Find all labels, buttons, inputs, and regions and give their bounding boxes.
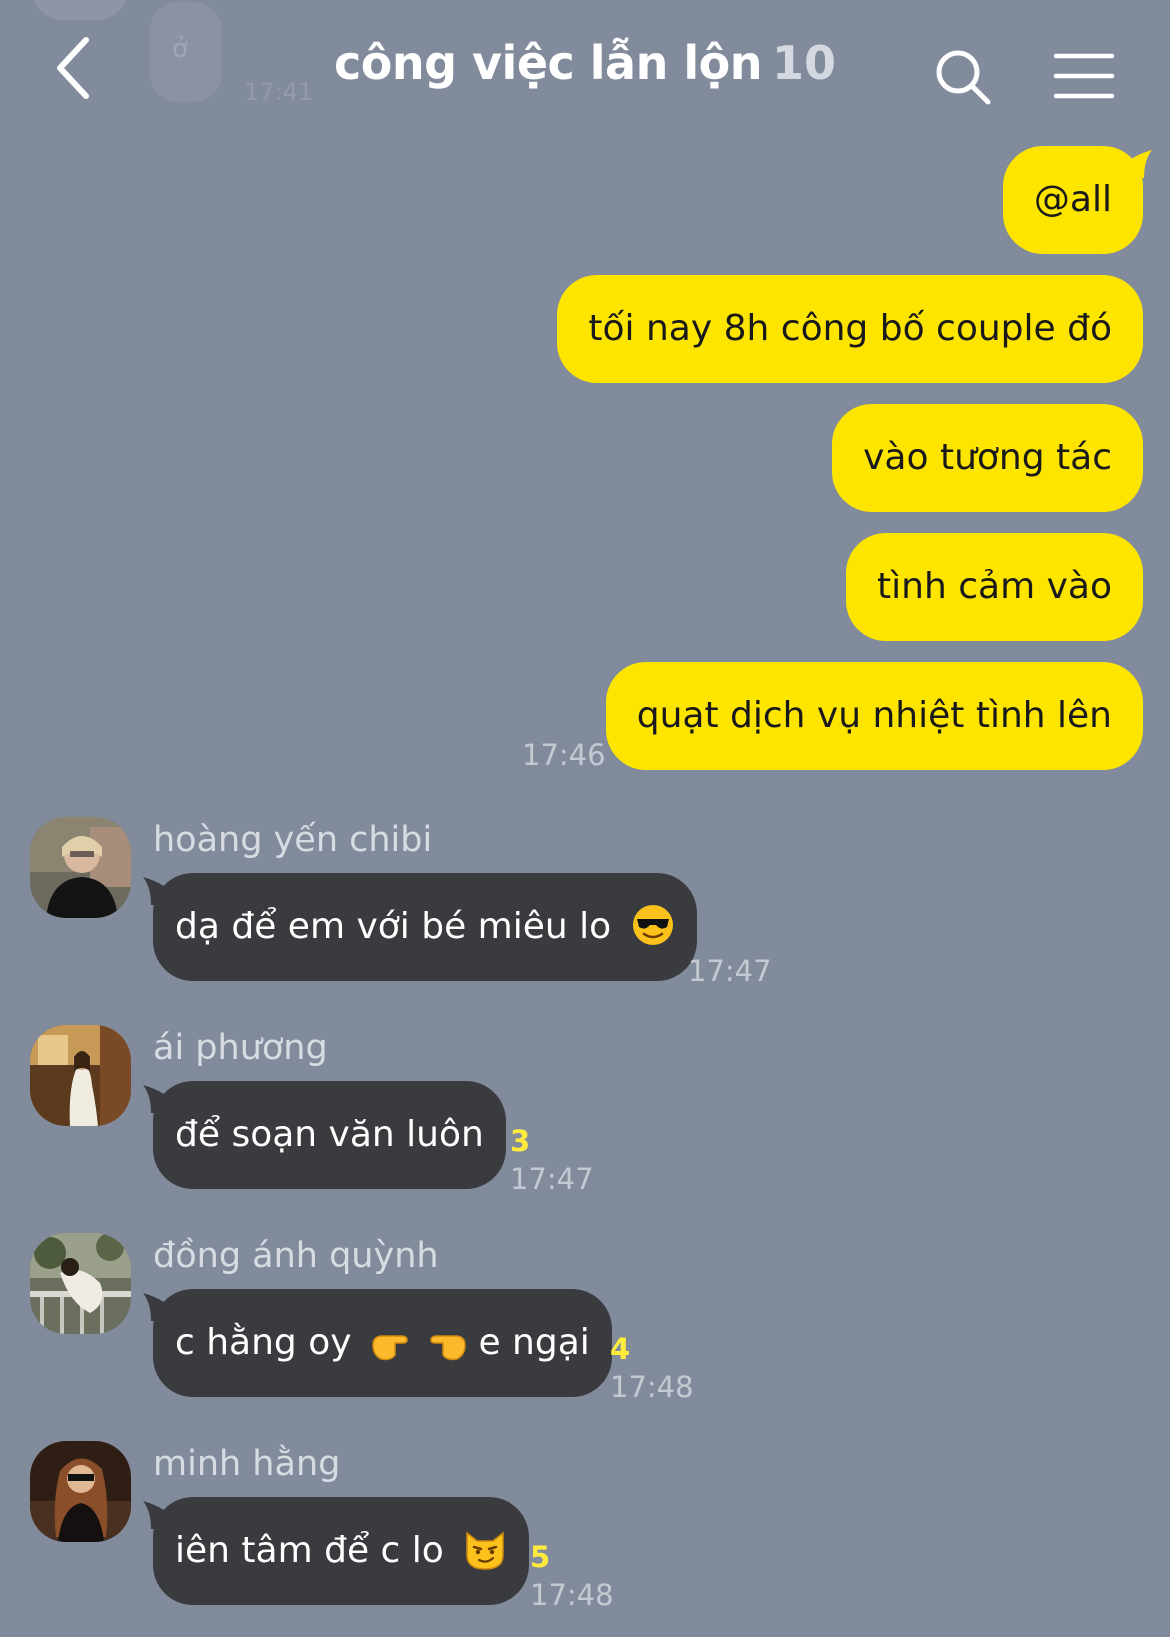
chat-header: ở 17:41 công việc lẫn lộn 10 <box>0 0 1170 140</box>
received-message-bubble[interactable]: iên tâm để c lo <box>143 1497 530 1605</box>
chevron-left-icon <box>57 37 89 99</box>
search-icon <box>936 50 991 105</box>
bubble-tail-icon <box>1130 150 1152 178</box>
sent-message-text: tình cảm vào <box>877 566 1112 607</box>
bubble-tail-icon <box>143 1501 165 1529</box>
bubble-tail-icon <box>143 1085 165 1113</box>
search-button[interactable] <box>932 46 996 110</box>
member-count: 10 <box>771 36 836 90</box>
menu-button[interactable] <box>1052 50 1116 102</box>
bubble-tail-icon <box>143 1293 165 1321</box>
smirking-cat-emoji-icon <box>466 1531 505 1570</box>
sender-name: minh hằng <box>153 1444 341 1484</box>
avatar[interactable] <box>30 1441 131 1542</box>
profile-photo <box>30 1233 131 1334</box>
sent-message-bubble[interactable]: vào tương tác <box>832 404 1143 512</box>
sent-message-text: quạt dịch vụ nhiệt tình lên <box>636 695 1112 736</box>
sent-message-bubble[interactable]: quạt dịch vụ nhiệt tình lên <box>605 662 1143 770</box>
profile-photo <box>30 1441 131 1542</box>
sent-message-bubble[interactable]: tối nay 8h công bố couple đó <box>557 275 1143 383</box>
received-message-time: 17:47 <box>510 1162 594 1196</box>
sender-name: hoàng yến chibi <box>153 820 433 860</box>
pointing-hands-emoji-icon <box>372 1335 466 1361</box>
avatar[interactable] <box>30 1025 131 1126</box>
scrolled-avatar <box>30 0 130 20</box>
back-button[interactable] <box>50 34 110 104</box>
profile-photo <box>30 817 131 918</box>
received-message-bubble[interactable]: dạ để em với bé miêu lo <box>143 873 697 981</box>
received-message-bubble[interactable]: c hằng oy e ngại <box>143 1289 612 1397</box>
chat-room-name: công việc lẫn lộn <box>334 36 762 90</box>
unread-count-badge: 5 <box>530 1540 551 1574</box>
received-message-time: 17:48 <box>610 1370 694 1404</box>
sent-message-time: 17:46 <box>522 738 606 772</box>
received-message-text: để soạn văn luôn <box>175 1114 484 1155</box>
bubble-tail-icon <box>143 877 165 905</box>
hamburger-menu-icon <box>1053 53 1115 99</box>
sent-message-text: @all <box>1033 179 1112 220</box>
sender-name: ái phương <box>153 1028 328 1068</box>
avatar[interactable] <box>30 817 131 918</box>
chat-title: công việc lẫn lộn 10 <box>220 36 950 90</box>
received-message-time: 17:47 <box>688 954 772 988</box>
sunglasses-emoji-icon <box>632 905 673 945</box>
avatar[interactable] <box>30 1233 131 1334</box>
unread-count-badge: 3 <box>510 1124 531 1158</box>
received-message-time: 17:48 <box>530 1578 614 1612</box>
unread-count-badge: 4 <box>610 1332 631 1366</box>
received-message-text: iên tâm để c lo <box>175 1530 444 1571</box>
sent-message-text: vào tương tác <box>863 437 1112 478</box>
sent-message-bubble[interactable]: tình cảm vào <box>846 533 1143 641</box>
received-message-text: c hằng oy <box>175 1322 352 1363</box>
received-message-bubble[interactable]: để soạn văn luôn <box>143 1081 506 1189</box>
sent-message-text: tối nay 8h công bố couple đó <box>588 308 1112 349</box>
profile-photo <box>30 1025 131 1126</box>
sent-message-bubble[interactable]: @all <box>1002 146 1152 254</box>
sender-name: đồng ánh quỳnh <box>153 1236 439 1276</box>
received-message-text: dạ để em với bé miêu lo <box>175 906 612 947</box>
received-message-text: e ngại <box>478 1322 590 1363</box>
scrolled-message-text: ở <box>172 34 188 64</box>
